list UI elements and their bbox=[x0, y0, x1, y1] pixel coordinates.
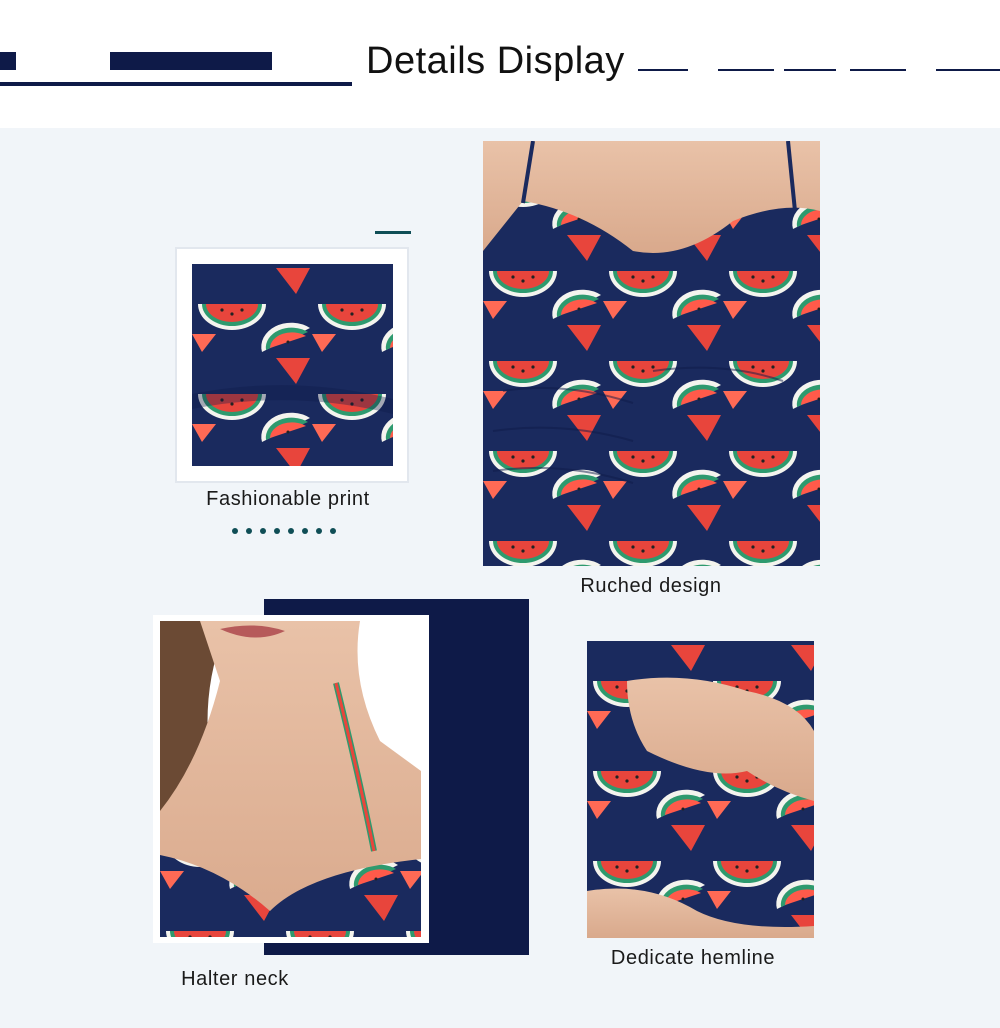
dot bbox=[274, 528, 280, 534]
header-dash bbox=[638, 69, 688, 71]
dot bbox=[288, 528, 294, 534]
caption-halter-neck: Halter neck bbox=[181, 968, 289, 990]
header-underline bbox=[0, 82, 352, 86]
header-dash bbox=[718, 69, 774, 71]
dot bbox=[316, 528, 322, 534]
page-title: Details Display bbox=[366, 40, 625, 82]
header-dash bbox=[850, 69, 906, 71]
teal-accent-line bbox=[375, 231, 411, 234]
decorative-dots bbox=[232, 528, 336, 534]
header-block-mid bbox=[110, 52, 272, 70]
header-dash bbox=[936, 69, 1000, 71]
ruched-design-photo bbox=[483, 141, 820, 566]
caption-fashionable-print: Fashionable print bbox=[206, 488, 370, 510]
dot bbox=[302, 528, 308, 534]
dot bbox=[246, 528, 252, 534]
hemline-photo bbox=[587, 641, 814, 938]
print-detail-photo bbox=[192, 264, 393, 466]
caption-dedicate-hemline: Dedicate hemline bbox=[610, 947, 776, 969]
dot bbox=[232, 528, 238, 534]
caption-ruched-design: Ruched design bbox=[580, 575, 722, 597]
header-dash bbox=[784, 69, 836, 71]
section-header: Details Display bbox=[0, 0, 1000, 128]
dot bbox=[260, 528, 266, 534]
header-block-left bbox=[0, 52, 16, 70]
dot bbox=[330, 528, 336, 534]
halter-neck-photo bbox=[160, 621, 421, 937]
